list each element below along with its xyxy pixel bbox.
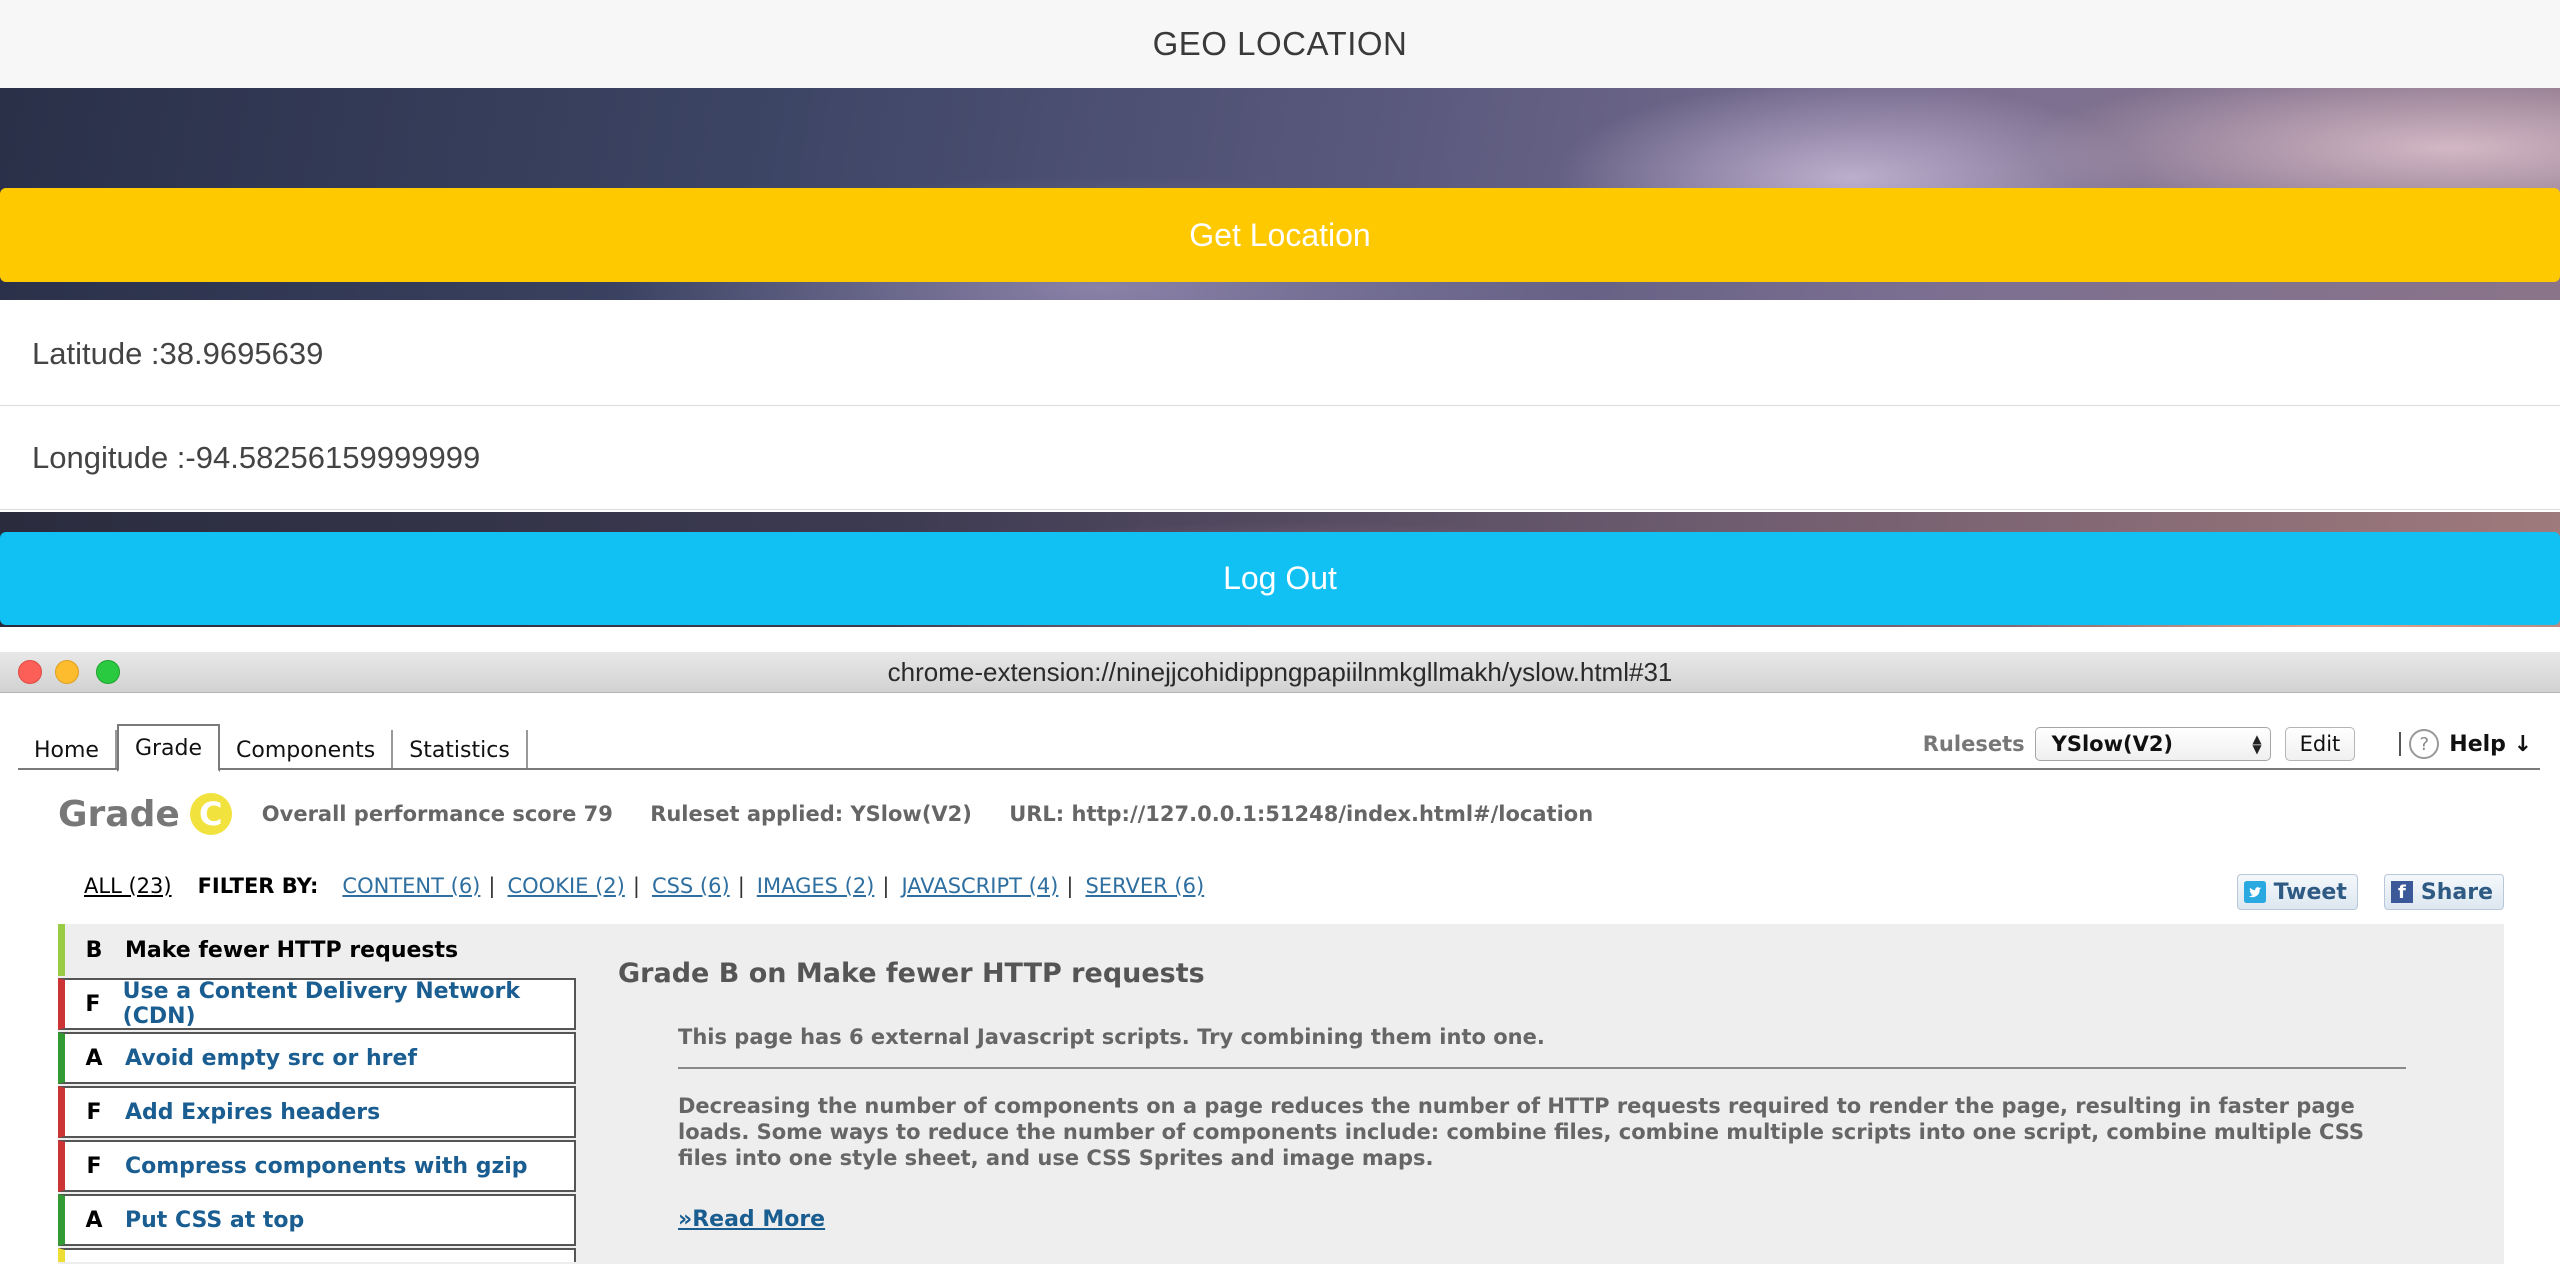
close-window-button[interactable] bbox=[18, 660, 42, 684]
filter-cookie[interactable]: COOKIE (2) bbox=[507, 874, 624, 898]
rule-grade: F bbox=[85, 991, 101, 1017]
grade-badge: C bbox=[189, 793, 232, 835]
share-buttons: Tweet f Share bbox=[2211, 874, 2504, 910]
select-arrows-icon: ▲ ▼ bbox=[2252, 732, 2262, 756]
grade-summary: Grade C Overall performance score 79 Rul… bbox=[58, 786, 1623, 842]
filter-server[interactable]: SERVER (6) bbox=[1085, 874, 1204, 898]
rule-item-add-expires-headers[interactable]: F Add Expires headers bbox=[58, 1086, 576, 1138]
tweet-button[interactable]: Tweet bbox=[2236, 874, 2358, 910]
filter-separator: | bbox=[882, 874, 890, 898]
filter-css[interactable]: CSS (6) bbox=[652, 874, 730, 898]
rule-item-compress-gzip[interactable]: F Compress components with gzip bbox=[58, 1140, 576, 1192]
rule-grade: A bbox=[85, 1207, 103, 1233]
rule-detail: Grade B on Make fewer HTTP requests This… bbox=[618, 958, 2458, 1232]
tab-components[interactable]: Components bbox=[220, 730, 394, 770]
rulesets-label: Rulesets bbox=[1922, 732, 2025, 756]
rule-grade: B bbox=[85, 937, 103, 963]
rule-label: Put CSS at top bbox=[125, 1207, 305, 1233]
tab-home[interactable]: Home bbox=[18, 730, 117, 770]
minimize-window-button[interactable] bbox=[55, 660, 79, 684]
rule-grade: F bbox=[86, 1153, 102, 1179]
get-location-button[interactable]: Get Location bbox=[0, 188, 2560, 282]
longitude-item: Longitude :-94.58256159999999 bbox=[0, 406, 2560, 510]
rulesets-bar: Rulesets YSlow(V2) ▲ ▼ Edit ? Help ↓ bbox=[1923, 722, 2560, 766]
help-link[interactable]: Help ↓ bbox=[2449, 732, 2532, 757]
tab-grade[interactable]: Grade bbox=[116, 724, 221, 772]
rule-item-put-css-at-top[interactable]: A Put CSS at top bbox=[58, 1194, 576, 1246]
rule-label: Use a Content Delivery Network (CDN) bbox=[122, 979, 521, 1029]
latitude-text: Latitude :38.9695639 bbox=[32, 335, 324, 371]
longitude-text: Longitude :-94.58256159999999 bbox=[32, 439, 481, 475]
grade-heading: Grade bbox=[58, 793, 180, 835]
detail-message: This page has 6 external Javascript scri… bbox=[678, 1025, 1545, 1049]
zoom-window-button[interactable] bbox=[96, 660, 120, 684]
grade-info: Overall performance score 79 Ruleset app… bbox=[262, 802, 1623, 826]
window-titlebar: chrome-extension://ninejjcohidippngpapii… bbox=[0, 652, 2560, 693]
share-label: Share bbox=[2420, 879, 2493, 905]
rule-label: Avoid empty src or href bbox=[125, 1045, 418, 1071]
rule-grade: F bbox=[86, 1099, 102, 1125]
read-more-link[interactable]: »Read More bbox=[678, 1207, 2458, 1232]
app-title: GEO LOCATION bbox=[1152, 25, 1408, 62]
twitter-icon bbox=[2243, 881, 2266, 903]
edit-ruleset-button[interactable]: Edit bbox=[2284, 727, 2356, 761]
rule-item-make-fewer-http-requests[interactable]: B Make fewer HTTP requests bbox=[58, 924, 576, 976]
rule-label: Add Expires headers bbox=[125, 1099, 381, 1125]
rule-label: Compress components with gzip bbox=[125, 1153, 528, 1179]
rule-label: Make fewer HTTP requests bbox=[125, 937, 459, 963]
logout-button[interactable]: Log Out bbox=[0, 532, 2560, 625]
rule-item-use-cdn[interactable]: F Use a Content Delivery Network (CDN) bbox=[58, 978, 576, 1030]
detail-title: Grade B on Make fewer HTTP requests bbox=[618, 958, 1205, 989]
detail-description: Decreasing the number of components on a… bbox=[678, 1094, 2365, 1170]
rule-grade: A bbox=[85, 1045, 103, 1071]
filter-separator: | bbox=[632, 874, 640, 898]
help-separator bbox=[2399, 732, 2402, 756]
ruleset-selected-value: YSlow(V2) bbox=[2051, 732, 2174, 756]
filter-all[interactable]: ALL (23) bbox=[84, 874, 172, 898]
rule-item-partial[interactable] bbox=[58, 1248, 576, 1262]
tabs-divider bbox=[18, 768, 2540, 770]
filter-separator: | bbox=[1066, 874, 1074, 898]
filter-images[interactable]: IMAGES (2) bbox=[757, 874, 875, 898]
yslow-window: chrome-extension://ninejjcohidippngpapii… bbox=[0, 652, 2560, 1264]
ruleset-applied: Ruleset applied: YSlow(V2) bbox=[650, 802, 972, 826]
facebook-icon: f bbox=[2390, 881, 2413, 903]
filter-separator: | bbox=[488, 874, 496, 898]
window-url: chrome-extension://ninejjcohidippngpapii… bbox=[887, 656, 1673, 687]
rule-item-avoid-empty-src[interactable]: A Avoid empty src or href bbox=[58, 1032, 576, 1084]
rules-list: B Make fewer HTTP requests F Use a Conte… bbox=[58, 924, 576, 1264]
overall-score: Overall performance score 79 bbox=[261, 802, 613, 826]
yslow-tabs: Home Grade Components Statistics bbox=[18, 724, 528, 772]
ruleset-select[interactable]: YSlow(V2) ▲ ▼ bbox=[2034, 727, 2271, 761]
filter-content[interactable]: CONTENT (6) bbox=[342, 874, 480, 898]
grade-panel: B Make fewer HTTP requests F Use a Conte… bbox=[58, 924, 2504, 1264]
filter-bar: ALL (23) FILTER BY: CONTENT (6) | COOKIE … bbox=[84, 870, 1204, 902]
page-url: URL: http://127.0.0.1:51248/index.html#/… bbox=[1009, 802, 1594, 826]
latitude-item: Latitude :38.9695639 bbox=[0, 302, 2560, 406]
tweet-label: Tweet bbox=[2273, 879, 2347, 905]
app-header: GEO LOCATION bbox=[0, 0, 2560, 89]
share-button[interactable]: f Share bbox=[2383, 874, 2504, 910]
help-icon[interactable]: ? bbox=[2409, 729, 2440, 759]
filter-by-label: FILTER BY: bbox=[197, 874, 319, 898]
detail-divider bbox=[678, 1067, 2406, 1069]
tab-statistics[interactable]: Statistics bbox=[393, 730, 528, 770]
filter-separator: | bbox=[737, 874, 745, 898]
filter-javascript[interactable]: JAVASCRIPT (4) bbox=[901, 874, 1058, 898]
